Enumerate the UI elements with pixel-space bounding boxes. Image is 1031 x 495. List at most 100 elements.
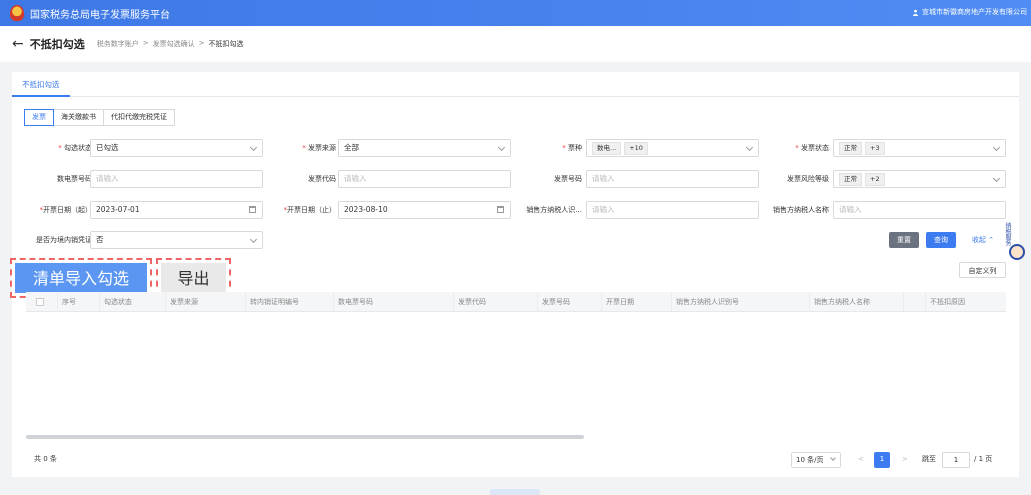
segment-withholding[interactable]: 代扣代缴完税凭证: [103, 109, 175, 126]
invoice-source-label: * 发票来源: [256, 139, 336, 157]
prev-page-icon[interactable]: <: [858, 452, 864, 468]
invoice-source-select[interactable]: 全部: [338, 139, 511, 157]
breadcrumb-separator: >: [142, 39, 149, 47]
select-value: 已勾选: [96, 143, 119, 152]
horizontal-scrollbar[interactable]: [26, 435, 584, 439]
main-panel: 不抵扣勾选 发票 海关缴款书 代扣代缴完税凭证 * 勾选状态 已勾选 * 发票来…: [10, 72, 1019, 477]
select-value: 否: [96, 235, 104, 244]
page-size-select[interactable]: 10 条/页: [791, 452, 841, 468]
assistant-robot[interactable]: 纳税服务: [1003, 222, 1029, 270]
import-check-button[interactable]: 清单导入勾选: [15, 263, 147, 293]
page-header: ← 不抵扣勾选 税务数字账户 > 发票勾选确认 > 不抵扣勾选: [0, 26, 1031, 62]
tag-more: +10: [624, 141, 648, 155]
label-text: 勾选状态: [64, 144, 92, 152]
check-status-select[interactable]: 已勾选: [90, 139, 263, 157]
jump-label: 跳至: [922, 455, 936, 463]
column-header: 序号: [58, 292, 100, 311]
reset-button[interactable]: 重置: [889, 232, 919, 248]
breadcrumb-item[interactable]: 发票勾选确认: [153, 39, 195, 49]
total-count: 共 0 条: [34, 455, 57, 463]
next-page-icon[interactable]: >: [902, 452, 908, 468]
table-header: 序号 勾选状态 发票来源 转内销证明编号 数电票号码 发票代码 发票号码 开票日…: [26, 292, 1006, 312]
breadcrumb-separator: >: [198, 39, 205, 47]
chevron-down-icon: [992, 174, 1001, 183]
risk-level-label: 发票风险等级: [787, 175, 829, 183]
date-start-label: *开票日期（起）: [2, 201, 93, 219]
date-value: 2023-08-10: [344, 205, 388, 214]
page-size-value: 10 条/页: [796, 456, 824, 464]
tag: 数电...: [592, 141, 622, 155]
select-value: 全部: [344, 143, 359, 152]
placeholder: 请输入: [592, 205, 615, 214]
digital-no-label: 数电票号码: [57, 175, 92, 183]
column-header: 开票日期: [602, 292, 672, 311]
invoice-type-select[interactable]: 数电... +10: [586, 139, 759, 157]
tag-more: +2: [865, 172, 885, 186]
required-mark: *: [795, 144, 799, 152]
check-status-label: * 勾选状态: [12, 139, 92, 157]
segment-customs[interactable]: 海关缴款书: [53, 109, 104, 126]
invoice-code-input[interactable]: 请输入: [338, 170, 511, 188]
column-header: 发票号码: [538, 292, 602, 311]
user-name: 宣城市新徽商房地产开发有限公司: [922, 8, 1027, 16]
required-mark: *: [58, 144, 62, 152]
user-icon: [912, 9, 919, 16]
breadcrumb: 税务数字账户 > 发票勾选确认 > 不抵扣勾选: [97, 39, 244, 49]
top-bar: 国家税务总局电子发票服务平台 宣城市新徽商房地产开发有限公司: [0, 0, 1031, 26]
tab-no-deduction[interactable]: 不抵扣勾选: [12, 72, 70, 97]
placeholder: 请输入: [839, 205, 862, 214]
placeholder: 请输入: [96, 174, 119, 183]
column-header: 转内销证明编号: [246, 292, 334, 311]
risk-level-select[interactable]: 正常 +2: [833, 170, 1006, 188]
column-header: 数电票号码: [334, 292, 454, 311]
chevron-down-icon: [249, 235, 258, 244]
placeholder: 请输入: [592, 174, 615, 183]
bottom-tab: [490, 489, 540, 495]
collapse-toggle[interactable]: 收起 ⌃: [968, 232, 998, 248]
invoice-no-input[interactable]: 请输入: [586, 170, 759, 188]
tab-bar: 不抵扣勾选: [12, 72, 1019, 97]
breadcrumb-item[interactable]: 税务数字账户: [97, 39, 139, 49]
date-end-label: *开票日期（止）: [246, 201, 337, 219]
tag: 正常: [839, 172, 862, 186]
total-pages: / 1 页: [974, 455, 993, 463]
column-header: [904, 292, 926, 311]
label-text: 发票来源: [308, 144, 336, 152]
label-text: 开票日期（止）: [287, 206, 336, 214]
domestic-voucher-select[interactable]: 否: [90, 231, 263, 249]
date-end-picker[interactable]: 2023-08-10: [338, 201, 511, 219]
placeholder: 请输入: [344, 174, 367, 183]
seller-tax-id-input[interactable]: 请输入: [586, 201, 759, 219]
date-value: 2023-07-01: [96, 205, 140, 214]
invoice-type-label: * 票种: [502, 139, 582, 157]
label-text: 票种: [568, 144, 582, 152]
label-text: 发票状态: [801, 144, 829, 152]
digital-no-input[interactable]: 请输入: [90, 170, 263, 188]
query-button[interactable]: 查询: [926, 232, 956, 248]
seller-name-label: 销售方纳税人名称: [773, 206, 829, 214]
required-mark: *: [562, 144, 566, 152]
app-title: 国家税务总局电子发票服务平台: [30, 9, 170, 21]
tag-more: +3: [865, 141, 885, 155]
jump-page-input[interactable]: 1: [942, 452, 970, 468]
user-menu[interactable]: 宣城市新徽商房地产开发有限公司: [912, 7, 1027, 17]
invoice-no-label: 发票号码: [554, 175, 582, 183]
custom-columns-button[interactable]: 自定义列: [959, 262, 1006, 278]
required-mark: *: [302, 144, 306, 152]
invoice-status-select[interactable]: 正常 +3: [833, 139, 1006, 157]
invoice-code-label: 发票代码: [308, 175, 336, 183]
assistant-label: 纳税服务: [1004, 222, 1011, 246]
segment-invoice[interactable]: 发票: [24, 109, 54, 126]
back-arrow-icon[interactable]: ←: [12, 36, 24, 52]
document-type-segment: 发票 海关缴款书 代扣代缴完税凭证: [24, 109, 175, 126]
domestic-voucher-label: 是否为境内销凭证: [36, 236, 92, 244]
column-header: 发票代码: [454, 292, 538, 311]
invoice-status-label: * 发票状态: [749, 139, 829, 157]
date-start-picker[interactable]: 2023-07-01: [90, 201, 263, 219]
column-header: 销售方纳税人名称: [810, 292, 904, 311]
seller-name-input[interactable]: 请输入: [833, 201, 1006, 219]
select-all-checkbox[interactable]: [36, 298, 44, 306]
export-button[interactable]: 导出: [161, 263, 226, 293]
page-number-current[interactable]: 1: [874, 452, 890, 468]
label-text: 开票日期（起）: [43, 206, 92, 214]
